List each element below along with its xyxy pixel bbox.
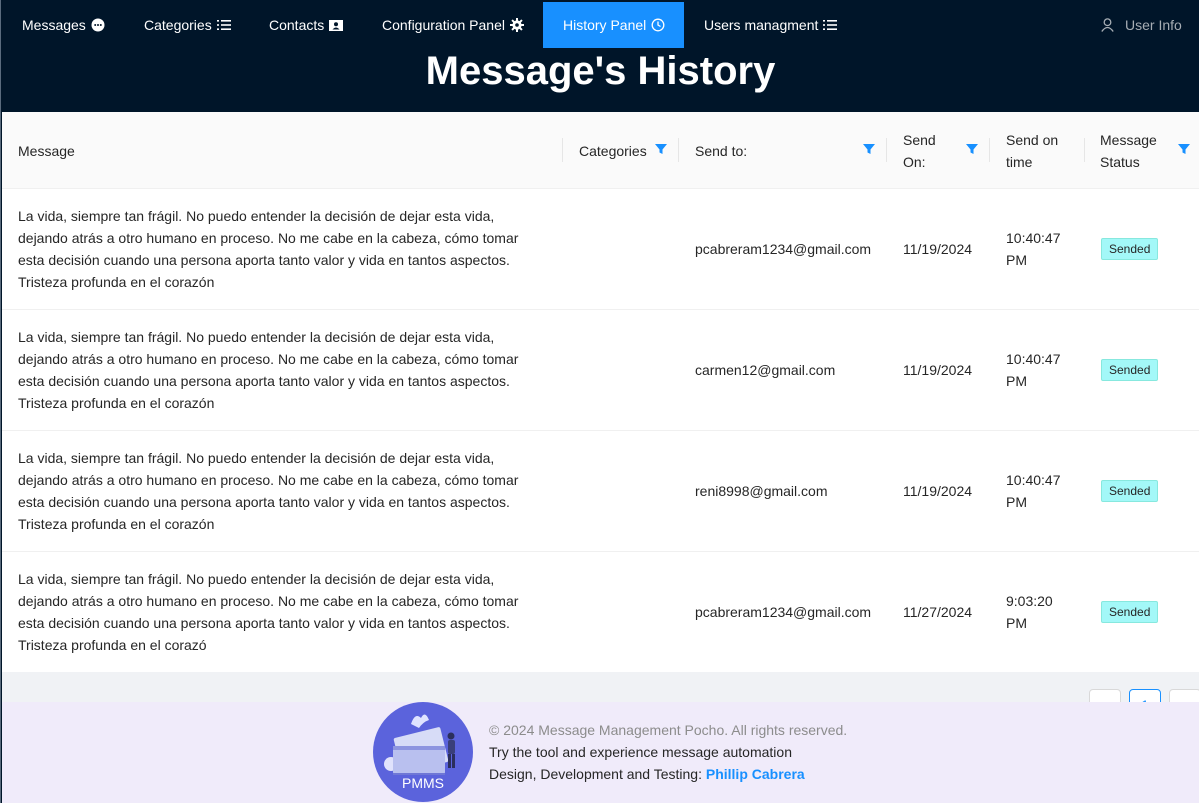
user-icon xyxy=(1101,18,1114,32)
nav-item-contacts[interactable]: Contacts xyxy=(269,2,344,48)
send-time-value: 10:40:47 xyxy=(1006,351,1061,367)
nav-item-users-managment[interactable]: Users managment xyxy=(704,2,838,48)
column-divider xyxy=(886,138,887,162)
table-header: Message Categories Send to: Send On: Sen… xyxy=(2,112,1199,189)
tagline-text: Try the tool and experience message auto… xyxy=(489,744,792,760)
nav-item-label: Configuration Panel xyxy=(382,17,505,33)
message-text: La vida, siempre tan frágil. No puedo en… xyxy=(18,450,519,532)
nav-item-label: Messages xyxy=(22,17,86,33)
table-row: La vida, siempre tan frágil. No puedo en… xyxy=(2,431,1199,552)
column-header-send-time-line2: time xyxy=(1006,153,1033,170)
send-to-email: pcabreram1234@gmail.com xyxy=(695,241,872,257)
send-time-period: PM xyxy=(1006,615,1027,631)
send-time-value: 10:40:47 xyxy=(1006,230,1061,246)
list-icon xyxy=(823,19,838,31)
column-divider xyxy=(989,138,990,162)
send-time-period: PM xyxy=(1006,252,1027,268)
filter-icon[interactable] xyxy=(655,143,667,155)
filter-icon[interactable] xyxy=(966,143,978,155)
nav-item-label: Contacts xyxy=(269,17,325,33)
table-row: La vida, siempre tan frágil. No puedo en… xyxy=(2,310,1199,431)
gear-icon xyxy=(509,18,524,32)
column-header-send-time-line1: Send on xyxy=(1006,131,1059,148)
author-link[interactable]: Phillip Cabrera xyxy=(706,766,805,782)
list-icon xyxy=(216,19,231,31)
filter-icon[interactable] xyxy=(1178,143,1190,155)
column-header-status-line2: Status xyxy=(1100,153,1140,170)
pagination-page-1[interactable]: 1 xyxy=(1129,689,1161,702)
history-table: Message Categories Send to: Send On: Sen… xyxy=(2,112,1199,673)
send-on-time: 10:40:47 PM xyxy=(1006,348,1076,392)
send-time-period: PM xyxy=(1006,494,1027,510)
message-text: La vida, siempre tan frágil. No puedo en… xyxy=(18,571,519,653)
nav-item-configuration-panel[interactable]: Configuration Panel xyxy=(382,2,524,48)
nav-item-messages[interactable]: Messages xyxy=(22,2,105,48)
send-on-time: 10:40:47 PM xyxy=(1006,469,1076,513)
credits-line: Design, Development and Testing: Phillip… xyxy=(489,763,805,785)
table-row: La vida, siempre tan frágil. No puedo en… xyxy=(2,189,1199,310)
nav-item-label: Users managment xyxy=(704,17,819,33)
nav-item-history-panel[interactable]: History Panel xyxy=(543,2,684,48)
send-on-date: 11/27/2024 xyxy=(903,604,973,620)
column-header-categories: Categories xyxy=(579,142,647,159)
column-header-send-on-line1: Send xyxy=(903,131,936,148)
nav-item-label: History Panel xyxy=(563,17,647,33)
footer: PMMS © 2024 Message Management Pocho. Al… xyxy=(2,702,1199,803)
page-title: Message's History xyxy=(425,49,776,93)
status-badge: Sended xyxy=(1101,601,1159,623)
column-header-send-to: Send to: xyxy=(695,142,748,159)
send-time-value: 9:03:20 xyxy=(1006,593,1053,609)
send-time-period: PM xyxy=(1006,373,1027,389)
send-to-email: reni8998@gmail.com xyxy=(695,483,828,499)
status-badge: Sended xyxy=(1101,359,1159,381)
nav-item-categories[interactable]: Categories xyxy=(144,2,231,48)
send-on-time: 9:03:20 PM xyxy=(1006,590,1076,634)
column-divider xyxy=(1084,138,1085,162)
message-text: La vida, siempre tan frágil. No puedo en… xyxy=(18,208,519,290)
message-text: La vida, siempre tan frágil. No puedo en… xyxy=(18,329,519,411)
status-badge: Sended xyxy=(1101,480,1159,502)
pmms-logo: PMMS xyxy=(373,702,473,802)
column-header-send-on: Send On: xyxy=(903,112,936,189)
pagination-prev-button[interactable] xyxy=(1089,689,1121,702)
send-on-date: 11/19/2024 xyxy=(903,241,973,257)
status-badge: Sended xyxy=(1101,238,1159,260)
send-on-date: 11/19/2024 xyxy=(903,362,973,378)
chat-bubble-icon xyxy=(91,18,105,32)
pagination: 1 xyxy=(2,672,1199,702)
contact-card-icon xyxy=(329,19,344,31)
column-divider xyxy=(562,138,563,162)
nav-item-label: Categories xyxy=(144,17,212,33)
send-to-email: carmen12@gmail.com xyxy=(695,362,836,378)
copyright-text: © 2024 Message Management Pocho. All rig… xyxy=(489,722,848,738)
credits-prefix: Design, Development and Testing: xyxy=(489,766,706,782)
column-header-message: Message xyxy=(18,142,75,159)
filter-icon[interactable] xyxy=(863,143,875,155)
pagination-next-button[interactable] xyxy=(1169,689,1199,702)
user-info-label: User Info xyxy=(1125,17,1182,33)
send-on-time: 10:40:47 PM xyxy=(1006,227,1076,271)
send-to-email: pcabreram1234@gmail.com xyxy=(695,604,872,620)
top-nav: Messages Categories Contacts Configurati… xyxy=(2,2,1199,48)
user-info-menu[interactable]: User Info xyxy=(1101,2,1182,48)
send-on-date: 11/19/2024 xyxy=(903,483,973,499)
column-header-send-time: Send on time xyxy=(1006,112,1058,189)
table-row: La vida, siempre tan frágil. No puedo en… xyxy=(2,552,1199,673)
column-header-send-on-line2: On: xyxy=(903,153,926,170)
column-divider xyxy=(678,138,679,162)
logo-text: PMMS xyxy=(402,775,444,791)
column-header-message-status: Message Status xyxy=(1100,112,1157,189)
app-frame: Messages Categories Contacts Configurati… xyxy=(0,0,1199,803)
clock-icon xyxy=(651,18,665,32)
send-time-value: 10:40:47 xyxy=(1006,472,1061,488)
column-header-status-line1: Message xyxy=(1100,131,1157,148)
